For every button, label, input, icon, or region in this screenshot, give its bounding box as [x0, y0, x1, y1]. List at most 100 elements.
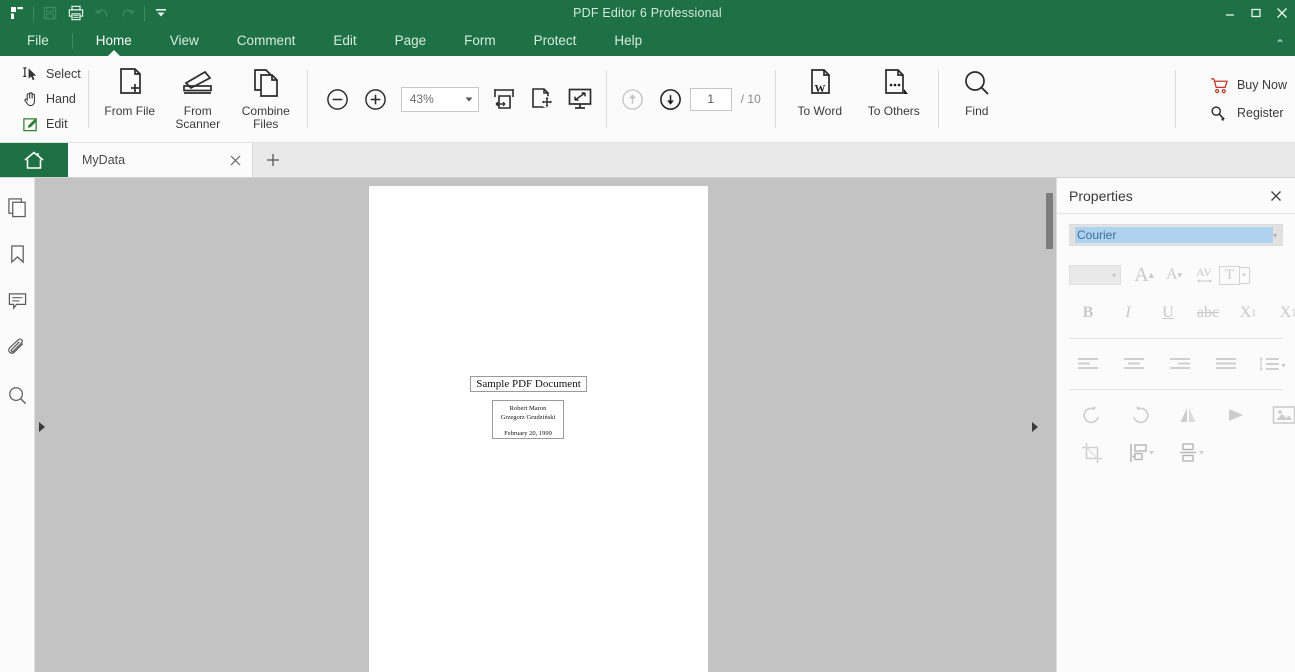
author-name-2: Grzegorz Grudziński — [501, 413, 556, 423]
app-logo-icon[interactable] — [4, 2, 30, 24]
edit-tool-button[interactable]: Edit — [22, 115, 81, 134]
collapse-ribbon-icon[interactable]: ⌃ — [1275, 37, 1285, 51]
menu-item-view[interactable]: View — [151, 26, 218, 56]
undo-icon[interactable] — [89, 2, 115, 24]
superscript-button[interactable]: X1 — [1233, 298, 1263, 328]
align-left-button[interactable] — [1073, 349, 1103, 379]
menu-item-file[interactable]: File — [8, 26, 68, 56]
rotate-right-button[interactable] — [1125, 400, 1155, 430]
home-tab-button[interactable] — [0, 143, 68, 177]
distribute-objects-button[interactable] — [1177, 438, 1207, 468]
maximize-button[interactable] — [1243, 0, 1269, 26]
fullscreen-button[interactable] — [561, 77, 599, 121]
ribbon-group-convert: W To Word To Others — [783, 56, 931, 142]
zoom-in-button[interactable] — [357, 77, 395, 121]
document-author-textbox[interactable]: Robert Maron Grzegorz Grudziński Februar… — [492, 400, 564, 439]
line-spacing-button[interactable] — [1257, 349, 1287, 379]
print-icon[interactable] — [63, 2, 89, 24]
text-box-button[interactable]: T ▾ — [1219, 260, 1250, 290]
next-page-button[interactable] — [652, 77, 690, 121]
to-word-button[interactable]: W To Word — [783, 56, 857, 142]
menu-item-edit[interactable]: Edit — [314, 26, 375, 56]
vertical-scrollbar[interactable] — [1043, 178, 1056, 672]
ribbon-separator-2 — [307, 70, 308, 128]
ribbon-toolbar: Select Hand Edit From File — [0, 56, 1295, 143]
to-word-label: To Word — [798, 105, 842, 118]
to-others-button[interactable]: To Others — [857, 56, 931, 142]
replace-image-button[interactable] — [1269, 400, 1295, 430]
new-tab-button[interactable] — [253, 143, 293, 177]
properties-body: Courier ▾ ▾ A▴ A▾ AV — [1057, 214, 1295, 474]
from-scanner-button[interactable]: FromScanner — [164, 56, 232, 142]
sidebar-item-search[interactable] — [2, 380, 32, 410]
document-viewer[interactable]: Sample PDF Document Robert Maron Grzegor… — [35, 178, 1056, 672]
menu-item-home[interactable]: Home — [77, 26, 151, 56]
menu-item-comment[interactable]: Comment — [218, 26, 315, 56]
pan-page-button[interactable] — [523, 77, 561, 121]
customize-quick-access-icon[interactable] — [148, 2, 174, 24]
flip-horizontal-button[interactable] — [1221, 400, 1251, 430]
font-size-select[interactable]: ▾ — [1069, 265, 1121, 285]
decrease-font-size-button[interactable]: A▾ — [1159, 260, 1189, 290]
hand-tool-label: Hand — [46, 92, 76, 106]
sidebar-item-bookmarks[interactable] — [2, 239, 32, 269]
strikethrough-button[interactable]: abc — [1193, 298, 1223, 328]
align-right-button[interactable] — [1165, 349, 1195, 379]
redo-icon[interactable] — [115, 2, 141, 24]
italic-button[interactable]: I — [1113, 298, 1143, 328]
menu-item-help[interactable]: Help — [595, 26, 661, 56]
font-family-select[interactable]: Courier ▾ — [1069, 224, 1283, 246]
select-tool-button[interactable]: Select — [22, 65, 81, 84]
sidebar-item-thumbnails[interactable] — [2, 192, 32, 222]
document-date: February 20, 1999 — [504, 429, 552, 439]
document-tab-mydata[interactable]: MyData — [68, 143, 253, 177]
close-properties-icon[interactable] — [1269, 189, 1283, 203]
hand-tool-button[interactable]: Hand — [22, 90, 81, 109]
close-button[interactable] — [1269, 0, 1295, 26]
close-tab-icon[interactable] — [229, 154, 242, 167]
document-title-textbox[interactable]: Sample PDF Document — [470, 376, 587, 392]
previous-page-button[interactable] — [614, 77, 652, 121]
combine-files-icon — [249, 64, 283, 104]
pdf-page[interactable]: Sample PDF Document Robert Maron Grzegor… — [369, 186, 708, 672]
underline-button[interactable]: U — [1153, 298, 1183, 328]
menu-item-form[interactable]: Form — [445, 26, 515, 56]
properties-panel: Properties Courier ▾ ▾ A▴ — [1056, 178, 1295, 672]
svg-text:W: W — [814, 83, 825, 95]
expand-left-panel-button[interactable] — [37, 417, 47, 437]
ribbon-separator-1 — [88, 70, 89, 128]
collapse-right-panel-button[interactable] — [1030, 417, 1040, 437]
register-button[interactable]: Register — [1210, 105, 1287, 122]
scrollbar-thumb[interactable] — [1046, 193, 1053, 249]
to-word-icon: W — [804, 64, 836, 104]
subscript-button[interactable]: X1 — [1273, 298, 1295, 328]
find-button[interactable]: Find — [946, 56, 1008, 142]
buy-now-button[interactable]: Buy Now — [1210, 77, 1287, 94]
bold-button[interactable]: B — [1073, 298, 1103, 328]
menu-item-protect[interactable]: Protect — [515, 26, 596, 56]
increase-font-size-button[interactable]: A▴ — [1129, 260, 1159, 290]
rotate-left-button[interactable] — [1077, 400, 1107, 430]
crop-button[interactable] — [1077, 438, 1107, 468]
sidebar-item-attachments[interactable] — [2, 333, 32, 363]
save-icon[interactable] — [37, 2, 63, 24]
chevron-down-icon: ▾ — [1240, 267, 1250, 284]
menu-item-page[interactable]: Page — [376, 26, 446, 56]
from-file-button[interactable]: From File — [96, 56, 164, 142]
zoom-level-select[interactable]: 43% — [401, 87, 479, 112]
properties-title: Properties — [1069, 188, 1269, 204]
page-number-input[interactable]: 1 — [690, 88, 732, 111]
character-spacing-button[interactable]: AV — [1189, 260, 1219, 290]
align-justify-button[interactable] — [1211, 349, 1241, 379]
align-center-button[interactable] — [1119, 349, 1149, 379]
fit-width-button[interactable] — [485, 77, 523, 121]
combine-files-button[interactable]: CombineFiles — [232, 56, 300, 142]
subscript-label: X — [1280, 304, 1292, 322]
author-name-1: Robert Maron — [510, 404, 547, 414]
flip-vertical-button[interactable] — [1173, 400, 1203, 430]
minimize-button[interactable] — [1217, 0, 1243, 26]
zoom-out-button[interactable] — [319, 77, 357, 121]
ribbon-group-find: Find — [946, 56, 1008, 142]
sidebar-item-comments[interactable] — [2, 286, 32, 316]
align-objects-button[interactable] — [1127, 438, 1157, 468]
